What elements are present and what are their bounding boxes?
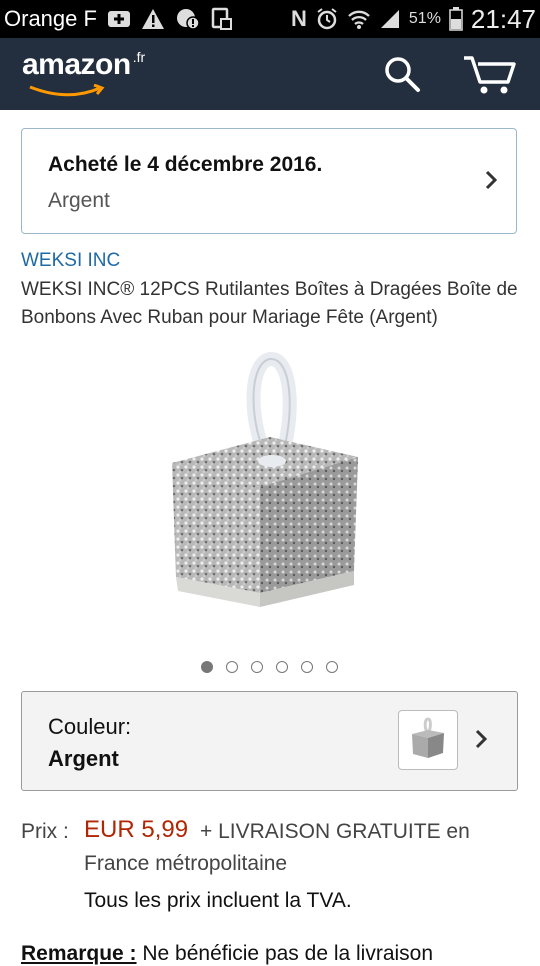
carrier-name: Orange F (4, 6, 97, 31)
carousel-dot[interactable] (276, 661, 288, 673)
alarm-icon (315, 7, 339, 31)
search-icon (385, 57, 420, 92)
status-bar-left: Orange F (0, 6, 233, 32)
product-image[interactable] (120, 345, 420, 635)
amazon-logo[interactable]: amazon .fr (22, 48, 146, 97)
order-variant: Argent (48, 189, 110, 212)
carousel-dot[interactable] (251, 661, 263, 673)
nfc-icon: N (291, 6, 307, 31)
logo-tld: .fr (132, 49, 146, 65)
battery-icon (449, 7, 463, 31)
signal-icon (379, 8, 401, 30)
cart-icon (464, 56, 516, 94)
order-history-card[interactable]: Acheté le 4 décembre 2016. Argent (21, 128, 517, 234)
color-value: Argent (48, 746, 119, 771)
remark-text: Remarque : Ne bénéficie pas de la livrai… (21, 942, 433, 966)
shipping-info-line1: + LIVRAISON GRATUITE en (200, 820, 470, 843)
chevron-right-icon (475, 729, 488, 749)
remark-label: Remarque : (21, 942, 137, 965)
shipping-info-line2: France métropolitaine (84, 852, 288, 875)
cart-button[interactable] (460, 50, 520, 98)
color-thumbnail (398, 710, 458, 770)
chevron-right-icon (485, 170, 498, 190)
carousel-dot[interactable] (201, 661, 213, 673)
message-icon (107, 9, 131, 29)
price-label: Prix : (21, 820, 69, 843)
carousel-dot[interactable] (226, 661, 238, 673)
tax-note: Tous les prix incluent la TVA. (84, 889, 352, 912)
search-button[interactable] (380, 52, 424, 96)
screenshot-icon (211, 7, 233, 31)
image-carousel-dots (0, 661, 540, 673)
status-bar-right: N 51% 21:47 (291, 4, 540, 35)
remark-body: Ne bénéficie pas de la livraison (136, 942, 434, 965)
sync-alert-icon (175, 7, 201, 31)
color-label: Couleur: (48, 714, 132, 739)
carousel-dot[interactable] (301, 661, 313, 673)
app-header: amazon .fr (0, 38, 540, 110)
product-title: WEKSI INC® 12PCS Rutilantes Boîtes à Dra… (21, 279, 518, 328)
warning-icon (141, 8, 165, 30)
smile-icon (29, 84, 105, 97)
carousel-dot[interactable] (326, 661, 338, 673)
wifi-icon (347, 8, 371, 30)
brand-link[interactable]: WEKSI INC (21, 250, 120, 272)
color-selector[interactable]: Couleur: Argent (21, 691, 518, 791)
status-bar: Orange F N 51% 21:47 (0, 0, 540, 38)
battery-percent: 51% (408, 10, 441, 27)
clock: 21:47 (470, 3, 536, 34)
price-value: EUR 5,99 (84, 816, 189, 843)
order-date: Acheté le 4 décembre 2016. (48, 153, 323, 176)
logo-wordmark: amazon (22, 48, 131, 81)
